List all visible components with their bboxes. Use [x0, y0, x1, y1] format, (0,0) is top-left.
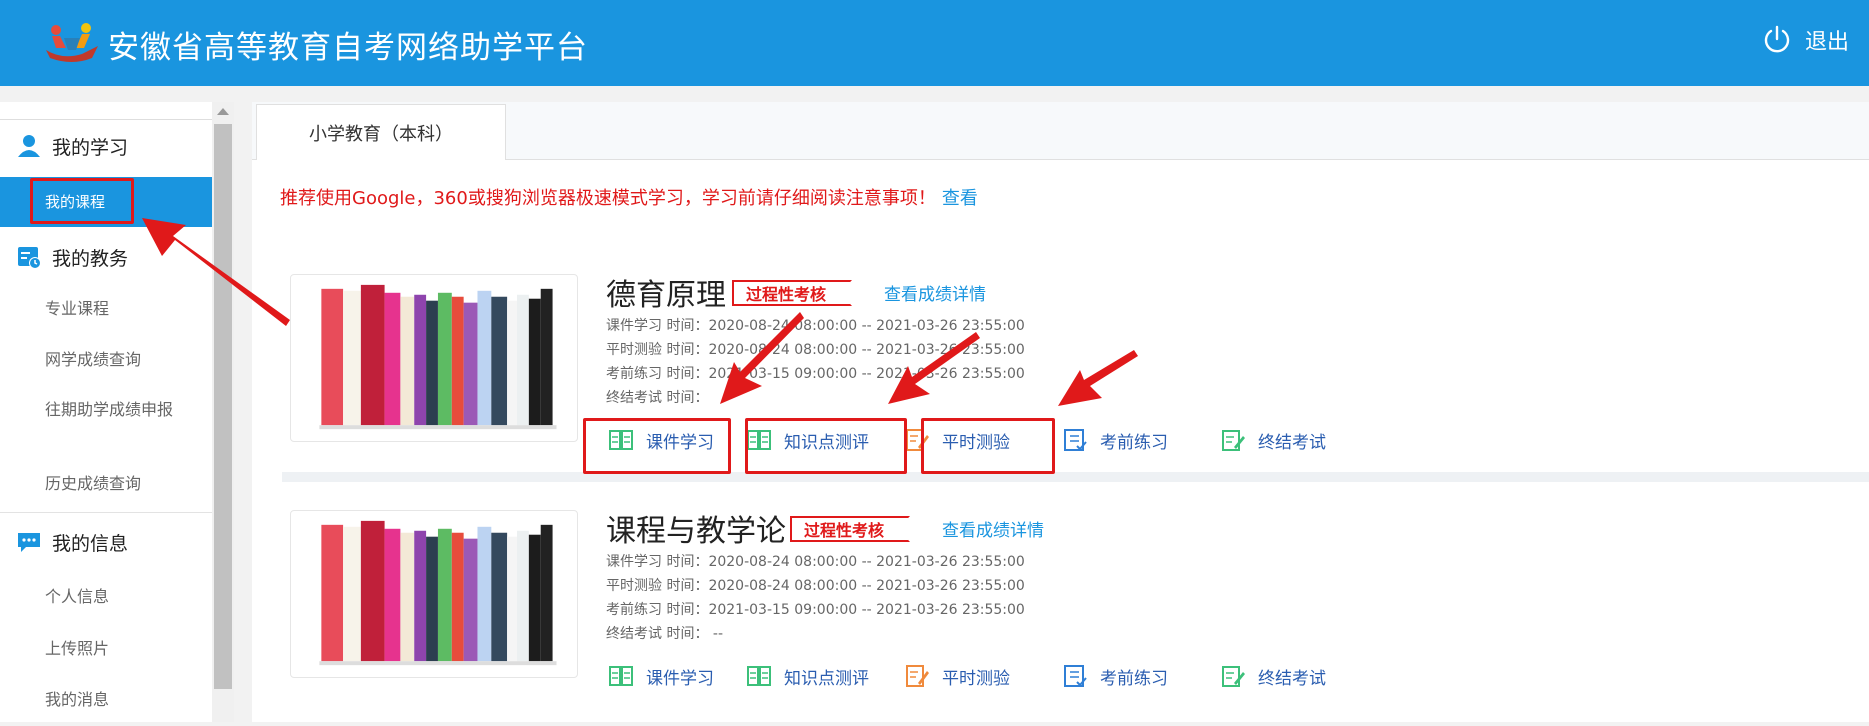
sidebar-section-label: 我的信息 — [52, 532, 129, 555]
edit-note-icon — [906, 665, 929, 687]
action-label: 终结考试 — [1258, 668, 1326, 689]
open-book-icon — [747, 666, 771, 686]
sidebar-item-label: 专业课程 — [45, 299, 110, 318]
sidebar-item-label: 网学成绩查询 — [45, 350, 142, 369]
logout-button[interactable]: 退出 — [1761, 24, 1849, 56]
action-label: 课件学习 — [646, 668, 714, 689]
action-label: 考前练习 — [1100, 668, 1168, 689]
notice-text: 推荐使用Google，360或搜狗浏览器极速模式学习，学习前请仔细阅读注意事项！ — [280, 188, 936, 209]
sidebar-item-my-messages[interactable]: 我的消息 — [0, 689, 212, 711]
final-exam-button[interactable]: 终结考试 — [1220, 651, 1326, 701]
books-illustration — [319, 520, 557, 666]
action-label: 知识点测评 — [784, 668, 869, 689]
main-content: 小学教育（本科） 推荐使用Google，360或搜狗浏览器极速模式学习，学习前请… — [252, 102, 1869, 722]
sidebar-section-info[interactable]: 我的信息 — [0, 517, 212, 567]
schedule-line: 考前练习 时间：2021-03-15 09:00:00 -- 2021-03-2… — [606, 366, 1025, 382]
sidebar-item-upload-photo[interactable]: 上传照片 — [0, 638, 212, 660]
sidebar-item-label: 往期助学成绩申报 — [45, 400, 174, 419]
user-icon — [18, 135, 40, 157]
schedule-line: 平时测验 时间：2020-08-24 08:00:00 -- 2021-03-2… — [606, 578, 1025, 594]
exam-paper-icon — [1222, 430, 1245, 451]
annotation-box-regular-quiz — [921, 418, 1055, 474]
checklist-icon — [1064, 665, 1087, 687]
course-title: 德育原理 — [606, 278, 726, 313]
site-title: 安徽省高等教育自考网络助学平台 — [108, 30, 588, 66]
assessment-badge: 过程性考核 — [732, 280, 852, 306]
course-separator — [282, 472, 1869, 482]
action-label: 平时测验 — [942, 668, 1010, 689]
open-book-icon — [609, 666, 633, 686]
sidebar-section-affairs[interactable]: 我的教务 — [0, 232, 212, 282]
sidebar-item-label: 上传照片 — [45, 639, 110, 658]
sidebar-section-label: 我的学习 — [52, 136, 129, 159]
sidebar-item-major-courses[interactable]: 专业课程 — [0, 298, 212, 320]
view-score-detail-link[interactable]: 查看成绩详情 — [884, 280, 986, 305]
sidebar-item-label: 我的消息 — [45, 690, 110, 709]
checklist-icon — [1064, 429, 1087, 451]
scroll-thumb[interactable] — [214, 124, 232, 689]
sidebar-item-personal-info[interactable]: 个人信息 — [0, 586, 212, 608]
sidebar-item-past-score-report[interactable]: 往期助学成绩申报 — [0, 399, 212, 421]
annotation-box-knowledge-evaluation — [745, 418, 907, 474]
tab-primary-education[interactable]: 小学教育（本科） — [256, 104, 506, 160]
tab-bar: 小学教育（本科） — [252, 102, 1869, 160]
notice-view-link[interactable]: 查看 — [942, 188, 978, 209]
schedule-line: 课件学习 时间：2020-08-24 08:00:00 -- 2021-03-2… — [606, 318, 1025, 334]
action-label: 考前练习 — [1100, 432, 1168, 453]
schedule-line: 课件学习 时间：2020-08-24 08:00:00 -- 2021-03-2… — [606, 554, 1025, 570]
course-schedule: 课件学习 时间：2020-08-24 08:00:00 -- 2021-03-2… — [606, 550, 1025, 646]
action-label: 终结考试 — [1258, 432, 1326, 453]
knowledge-evaluation-button[interactable]: 知识点测评 — [746, 651, 869, 701]
course-card: 课程与教学论 过程性考核 查看成绩详情 课件学习 时间：2020-08-24 0… — [282, 506, 1869, 726]
regular-quiz-button[interactable]: 平时测验 — [904, 651, 1010, 701]
pre-exam-practice-button[interactable]: 考前练习 — [1062, 651, 1168, 701]
sidebar-item-history-score[interactable]: 历史成绩查询 — [0, 473, 212, 495]
annotation-box-courseware-study — [583, 418, 731, 474]
course-schedule: 课件学习 时间：2020-08-24 08:00:00 -- 2021-03-2… — [606, 314, 1025, 410]
exam-paper-icon — [1222, 666, 1245, 687]
schedule-line: 终结考试 时间： -- — [606, 626, 724, 642]
schedule-line: 终结考试 时间： — [606, 390, 709, 406]
sidebar-divider — [0, 512, 212, 513]
sidebar-top-divider — [0, 119, 212, 120]
browser-notice: 推荐使用Google，360或搜狗浏览器极速模式学习，学习前请仔细阅读注意事项！… — [280, 184, 978, 210]
final-exam-button[interactable]: 终结考试 — [1220, 415, 1326, 465]
view-score-detail-link[interactable]: 查看成绩详情 — [942, 516, 1044, 541]
assessment-badge: 过程性考核 — [790, 516, 910, 542]
schedule-line: 考前练习 时间：2021-03-15 09:00:00 -- 2021-03-2… — [606, 602, 1025, 618]
course-title: 课程与教学论 — [606, 514, 786, 549]
calendar-clock-icon — [18, 247, 41, 269]
power-icon — [1764, 25, 1790, 53]
sidebar-scrollbar[interactable] — [212, 102, 234, 722]
annotation-box-my-courses — [30, 178, 134, 224]
sidebar-section-study[interactable]: 我的学习 — [0, 121, 212, 171]
logout-label: 退出 — [1804, 30, 1849, 55]
courseware-study-button[interactable]: 课件学习 — [608, 651, 714, 701]
course-card: 德育原理 过程性考核 查看成绩详情 课件学习 时间：2020-08-24 08:… — [282, 270, 1869, 490]
course-cover-image — [290, 510, 578, 678]
chat-icon — [18, 533, 40, 552]
logo-icon — [46, 23, 98, 62]
top-header: 安徽省高等教育自考网络助学平台 退出 — [0, 0, 1869, 86]
books-illustration — [319, 284, 557, 430]
sidebar-item-score-query[interactable]: 网学成绩查询 — [0, 349, 212, 371]
sidebar-section-label: 我的教务 — [52, 247, 129, 270]
sidebar-item-label: 历史成绩查询 — [45, 474, 142, 493]
sidebar-item-label: 个人信息 — [45, 587, 110, 606]
schedule-line: 平时测验 时间：2020-08-24 08:00:00 -- 2021-03-2… — [606, 342, 1025, 358]
course-cover-image — [290, 274, 578, 442]
scroll-up-arrow-icon[interactable] — [217, 108, 229, 115]
pre-exam-practice-button[interactable]: 考前练习 — [1062, 415, 1168, 465]
